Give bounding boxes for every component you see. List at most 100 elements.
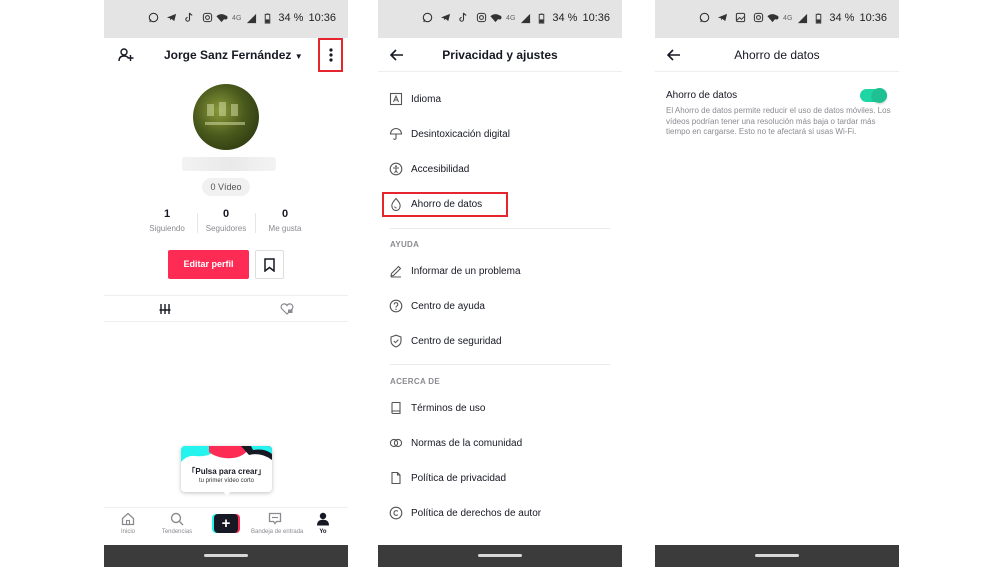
tiktok-icon bbox=[184, 12, 195, 23]
instagram-icon bbox=[202, 12, 213, 23]
profile-name: Jorge Sanz Fernández bbox=[164, 48, 292, 62]
settings-item-label: Idioma bbox=[411, 94, 442, 105]
profile-screen: 4G 34 % 10:36 Jorge Sanz Fernández ▼ 0 V… bbox=[104, 0, 348, 567]
settings-item-privacy-policy[interactable]: Política de privacidad bbox=[378, 465, 622, 495]
system-nav-bar bbox=[378, 545, 622, 567]
settings-item-terms[interactable]: Términos de uso bbox=[378, 395, 622, 425]
copyright-icon bbox=[389, 506, 403, 520]
battery-level: 34 % bbox=[552, 12, 578, 24]
search-icon bbox=[153, 511, 201, 527]
settings-item-copyright-policy[interactable]: Política de derechos de autor bbox=[378, 500, 622, 530]
settings-item-help-center[interactable]: Centro de ayuda bbox=[378, 293, 622, 323]
page-title: Privacidad y ajustes bbox=[442, 48, 558, 62]
signal-icon bbox=[797, 13, 808, 24]
accessibility-icon bbox=[389, 162, 403, 176]
telegram-icon bbox=[166, 12, 177, 23]
system-nav-bar bbox=[655, 545, 899, 567]
bottom-navigation: Inicio Tendencias + Bandeja de entrada Y… bbox=[104, 507, 348, 545]
liked-videos-tab-icon[interactable] bbox=[226, 296, 348, 322]
inbox-icon bbox=[251, 511, 299, 527]
home-gesture-handle[interactable] bbox=[755, 554, 799, 557]
page-title: Ahorro de datos bbox=[734, 48, 820, 62]
community-icon bbox=[389, 436, 403, 450]
settings-item-digital-wellbeing[interactable]: Desintoxicación digital bbox=[378, 121, 622, 151]
toggle-knob bbox=[872, 88, 887, 103]
bookmark-icon[interactable] bbox=[255, 250, 284, 279]
shield-icon bbox=[389, 334, 403, 348]
stat-followers[interactable]: 0 Seguidores bbox=[196, 208, 256, 233]
help-icon bbox=[389, 299, 403, 313]
stat-label: Seguidores bbox=[205, 224, 247, 233]
wifi-icon bbox=[767, 13, 778, 24]
add-user-icon[interactable] bbox=[117, 46, 135, 64]
videos-grid-tab-icon[interactable] bbox=[104, 296, 226, 322]
create-first-video-tip[interactable]: 「Pulsa para crear」 tu primer vídeo corto bbox=[181, 446, 272, 492]
tip-arrow bbox=[222, 490, 232, 496]
section-heading-help: AYUDA bbox=[390, 240, 420, 249]
section-heading-about: ACERCA DE bbox=[390, 377, 440, 386]
network-type: 4G bbox=[506, 14, 516, 22]
nav-inbox[interactable]: Bandeja de entrada bbox=[251, 511, 304, 535]
edit-profile-button[interactable]: Editar perfil bbox=[168, 250, 249, 279]
video-count-chip[interactable]: 0 Vídeo bbox=[202, 178, 250, 196]
data-saver-header: Ahorro de datos bbox=[655, 38, 899, 72]
telegram-icon bbox=[440, 12, 451, 23]
avatar[interactable] bbox=[193, 84, 259, 150]
status-bar: 4G 34 % 10:36 bbox=[104, 0, 348, 38]
settings-screen: 4G 34 % 10:36 Privacidad y ajustes Idiom… bbox=[378, 0, 622, 567]
divider bbox=[390, 228, 610, 229]
profile-name-switcher[interactable]: Jorge Sanz Fernández ▼ bbox=[164, 48, 303, 62]
nav-home[interactable]: Inicio bbox=[104, 511, 152, 535]
whatsapp-icon bbox=[699, 12, 710, 23]
create-tip-subtitle: tu primer vídeo corto bbox=[198, 478, 255, 484]
settings-item-label: Términos de uso bbox=[411, 403, 486, 414]
settings-item-label: Informar de un problema bbox=[411, 266, 521, 277]
settings-item-language[interactable]: Idioma bbox=[378, 86, 622, 116]
instagram-icon bbox=[753, 12, 764, 23]
settings-item-label: Política de derechos de autor bbox=[411, 508, 542, 519]
settings-item-label: Accesibilidad bbox=[411, 164, 470, 175]
settings-item-community-guidelines[interactable]: Normas de la comunidad bbox=[378, 430, 622, 460]
divider bbox=[390, 364, 610, 365]
network-type: 4G bbox=[783, 14, 793, 22]
settings-item-label: Normas de la comunidad bbox=[411, 438, 523, 449]
settings-item-safety-center[interactable]: Centro de seguridad bbox=[378, 328, 622, 358]
home-icon bbox=[104, 511, 152, 527]
settings-item-label: Centro de seguridad bbox=[411, 336, 502, 347]
whatsapp-icon bbox=[148, 12, 159, 23]
battery-level: 34 % bbox=[829, 12, 855, 24]
stat-value: 1 bbox=[163, 208, 171, 220]
home-gesture-handle[interactable] bbox=[204, 554, 248, 557]
book-icon bbox=[389, 401, 403, 415]
clock: 10:36 bbox=[582, 12, 610, 24]
battery-icon bbox=[813, 12, 824, 24]
battery-icon bbox=[536, 12, 547, 24]
nav-discover[interactable]: Tendencias bbox=[153, 511, 201, 535]
create-tip-title: 「Pulsa para crear」 bbox=[187, 467, 266, 476]
nav-profile[interactable]: Yo bbox=[299, 511, 347, 535]
create-video-button[interactable]: + bbox=[212, 514, 240, 533]
data-saver-setting-label: Ahorro de datos bbox=[666, 90, 738, 101]
settings-item-report-problem[interactable]: Informar de un problema bbox=[378, 258, 622, 288]
settings-header: Privacidad y ajustes bbox=[378, 38, 622, 72]
gallery-icon bbox=[735, 12, 746, 23]
telegram-icon bbox=[717, 12, 728, 23]
nav-label: Bandeja de entrada bbox=[251, 529, 304, 535]
data-saver-screen: 4G 34 % 10:36 Ahorro de datos Ahorro de … bbox=[655, 0, 899, 567]
settings-item-label: Centro de ayuda bbox=[411, 301, 485, 312]
stat-following[interactable]: 1 Siguiendo bbox=[137, 208, 197, 233]
profile-tabs bbox=[104, 295, 348, 322]
tiktok-icon bbox=[458, 12, 469, 23]
stat-likes[interactable]: 0 Me gusta bbox=[255, 208, 315, 233]
wifi-icon bbox=[490, 13, 501, 24]
home-gesture-handle[interactable] bbox=[478, 554, 522, 557]
status-bar: 4G 34 % 10:36 bbox=[378, 0, 622, 38]
instagram-icon bbox=[476, 12, 487, 23]
data-saver-toggle[interactable] bbox=[860, 88, 887, 103]
settings-item-accessibility[interactable]: Accesibilidad bbox=[378, 156, 622, 186]
stat-label: Me gusta bbox=[268, 224, 302, 233]
username-blurred bbox=[182, 157, 276, 171]
highlight-data-saver bbox=[382, 192, 508, 217]
more-vertical-icon[interactable] bbox=[322, 44, 339, 66]
stat-label: Siguiendo bbox=[149, 224, 185, 233]
